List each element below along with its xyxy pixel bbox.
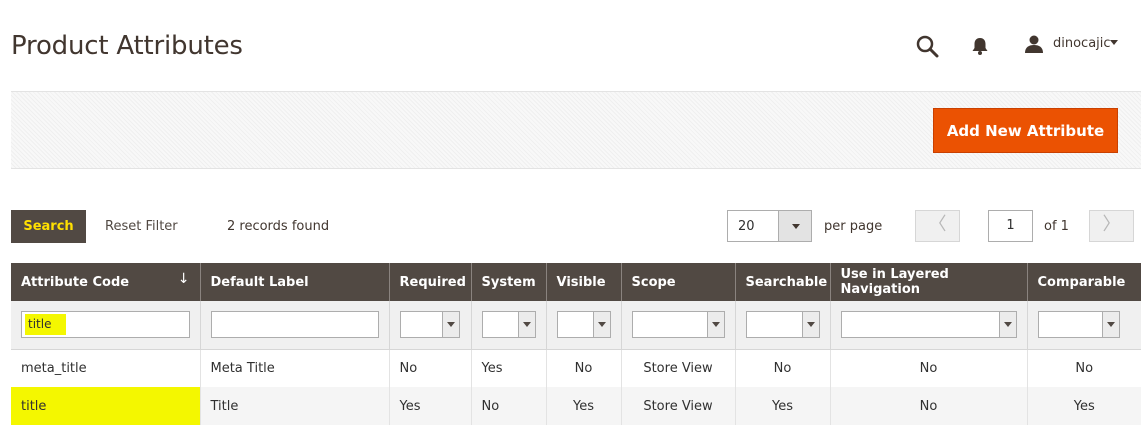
cell-default-label: Title [200,387,390,425]
column-header-comparable[interactable]: Comparable [1027,263,1141,301]
attribute-code-filter-input[interactable]: title [21,311,190,339]
cell-system: Yes [471,349,547,387]
previous-page-button[interactable]: 〈 [915,210,960,242]
chevron-down-icon [998,312,1016,338]
chevron-down-icon[interactable] [778,211,811,241]
per-page-value: 20 [738,219,755,234]
chevron-down-icon [592,312,610,338]
cell-scope: Store View [621,349,736,387]
per-page-label: per page [824,219,883,234]
cell-required: Yes [389,387,472,425]
add-new-attribute-button[interactable]: Add New Attribute [933,108,1118,153]
column-header-layered-navigation[interactable]: Use in Layered Navigation [830,263,1028,301]
cell-attribute-code: meta_title [11,349,201,387]
cell-visible: Yes [546,387,622,425]
column-header-searchable[interactable]: Searchable [735,263,831,301]
cell-layered-navigation: No [830,349,1028,387]
cell-attribute-code: title [11,387,201,425]
search-button[interactable]: Search [11,210,86,243]
cell-required: No [389,349,472,387]
cell-searchable: No [735,349,831,387]
visible-filter-select[interactable] [556,311,611,339]
cell-default-label: Meta Title [200,349,390,387]
grid-header-row: Attribute Code ↓ Default Label Required S… [11,263,1141,301]
next-page-button[interactable]: 〉 [1089,210,1134,242]
comparable-filter-select[interactable] [1037,311,1120,339]
page-number-input[interactable]: 1 [988,210,1033,242]
column-header-visible[interactable]: Visible [546,263,622,301]
table-row[interactable]: title Title Yes No Yes Store View Yes No… [11,387,1141,425]
chevron-down-icon [1101,312,1119,338]
column-header-required[interactable]: Required [389,263,472,301]
table-row[interactable]: meta_title Meta Title No Yes No Store Vi… [11,349,1141,387]
column-header-attribute-code[interactable]: Attribute Code ↓ [11,263,201,301]
cell-comparable: Yes [1027,387,1141,425]
attribute-code-filter-value: title [25,314,66,336]
searchable-filter-select[interactable] [745,311,820,339]
cell-comparable: No [1027,349,1141,387]
per-page-select[interactable]: 20 [727,210,812,242]
chevron-down-icon[interactable] [1110,40,1118,45]
cell-system: No [471,387,547,425]
chevron-down-icon [801,312,819,338]
filter-row: title [11,301,1141,350]
bell-icon[interactable] [970,36,990,56]
cell-layered-navigation: No [830,387,1028,425]
default-label-filter-input[interactable] [210,311,379,339]
records-found-count: 2 records found [227,219,330,234]
chevron-down-icon [517,312,535,338]
user-avatar-icon[interactable] [1024,34,1044,54]
cell-scope: Store View [621,387,736,425]
sort-down-icon: ↓ [177,271,190,287]
column-header-default-label[interactable]: Default Label [200,263,390,301]
cell-visible: No [546,349,622,387]
chevron-down-icon [706,312,724,338]
required-filter-select[interactable] [399,311,460,339]
cell-searchable: Yes [735,387,831,425]
attributes-grid: Attribute Code ↓ Default Label Required S… [11,263,1141,425]
column-header-scope[interactable]: Scope [621,263,736,301]
search-icon[interactable] [915,34,939,58]
column-header-system[interactable]: System [471,263,547,301]
scope-filter-select[interactable] [631,311,725,339]
chevron-down-icon [441,312,459,338]
page-title: Product Attributes [11,31,243,61]
system-filter-select[interactable] [481,311,536,339]
user-menu-name[interactable]: dinocajic [1053,36,1111,51]
page-count: of 1 [1044,219,1069,234]
layered-navigation-filter-select[interactable] [840,311,1017,339]
reset-filter-link[interactable]: Reset Filter [105,219,178,234]
